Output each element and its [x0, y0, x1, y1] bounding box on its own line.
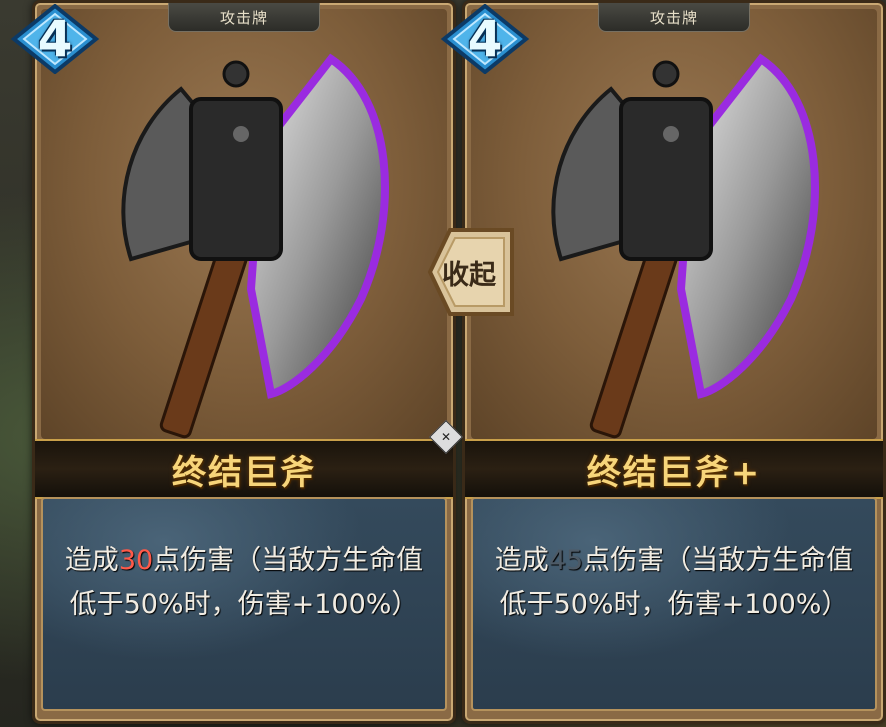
battle-axe-icon	[551, 53, 819, 439]
battle-axe-icon	[121, 53, 389, 439]
card-base[interactable]: 攻击牌 终结巨斧 造成30点伤害（当敌方生命值低于50%时，伤害+100%）	[32, 0, 456, 724]
card-type-label: 攻击牌	[598, 3, 750, 32]
damage-value: 45	[548, 545, 584, 576]
card-cost: 4	[37, 10, 73, 68]
desc-prefix: 造成	[64, 545, 119, 576]
card-description-panel: 造成30点伤害（当敌方生命值低于50%时，伤害+100%）	[41, 497, 447, 711]
damage-value: 30	[118, 545, 154, 576]
card-cost: 4	[467, 10, 503, 68]
card-description: 造成45点伤害（当敌方生命值低于50%时，伤害+100%）	[491, 539, 857, 627]
card-type-label: 攻击牌	[168, 3, 320, 32]
card-name-bar: 终结巨斧+	[465, 439, 883, 499]
card-description: 造成30点伤害（当敌方生命值低于50%时，伤害+100%）	[61, 539, 427, 627]
desc-prefix: 造成	[494, 545, 549, 576]
card-art	[41, 9, 447, 439]
collapse-label: 收起	[442, 259, 496, 291]
card-description-panel: 造成45点伤害（当敌方生命值低于50%时，伤害+100%）	[471, 497, 877, 711]
cost-gem-icon: 4	[10, 4, 100, 74]
card-upgraded[interactable]: 攻击牌 终结巨斧+ 造成45点伤害（当敌方生命值低于50%时，伤害+100%）	[462, 0, 886, 724]
card-name: 终结巨斧+	[586, 452, 762, 493]
card-name: 终结巨斧	[172, 452, 316, 493]
cost-gem-icon: 4	[440, 4, 530, 74]
collapse-button[interactable]: 收起	[410, 222, 520, 322]
card-art	[471, 9, 877, 439]
card-name-bar: 终结巨斧	[35, 439, 453, 499]
